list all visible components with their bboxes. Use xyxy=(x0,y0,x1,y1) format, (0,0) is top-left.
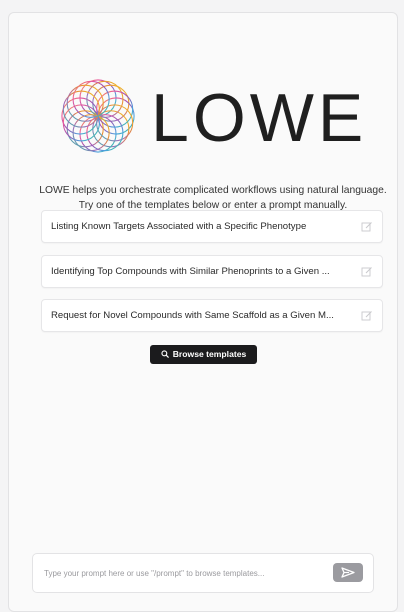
main-panel: LOWE LOWE helps you orchestrate complica… xyxy=(8,12,398,612)
app-logo: LOWE xyxy=(57,75,377,163)
send-button[interactable] xyxy=(333,563,363,582)
flower-logo-icon xyxy=(61,79,135,153)
send-icon xyxy=(341,567,355,578)
intro-line-1: LOWE helps you orchestrate complicated w… xyxy=(39,185,387,196)
template-card-1[interactable]: Listing Known Targets Associated with a … xyxy=(41,210,383,243)
prompt-input[interactable] xyxy=(42,563,326,583)
browse-templates-button[interactable]: Browse templates xyxy=(150,345,257,364)
template-label: Identifying Top Compounds with Similar P… xyxy=(51,266,330,277)
template-label: Request for Novel Compounds with Same Sc… xyxy=(51,310,334,321)
edit-icon[interactable] xyxy=(361,221,373,233)
edit-icon[interactable] xyxy=(361,310,373,322)
edit-icon[interactable] xyxy=(361,266,373,278)
intro-text: LOWE helps you orchestrate complicated w… xyxy=(29,183,397,213)
template-card-3[interactable]: Request for Novel Compounds with Same Sc… xyxy=(41,299,383,332)
search-icon xyxy=(161,350,169,358)
template-label: Listing Known Targets Associated with a … xyxy=(51,221,307,232)
app-title: LOWE xyxy=(151,80,368,156)
template-card-2[interactable]: Identifying Top Compounds with Similar P… xyxy=(41,255,383,288)
browse-templates-label: Browse templates xyxy=(172,349,247,359)
prompt-box xyxy=(32,553,374,593)
